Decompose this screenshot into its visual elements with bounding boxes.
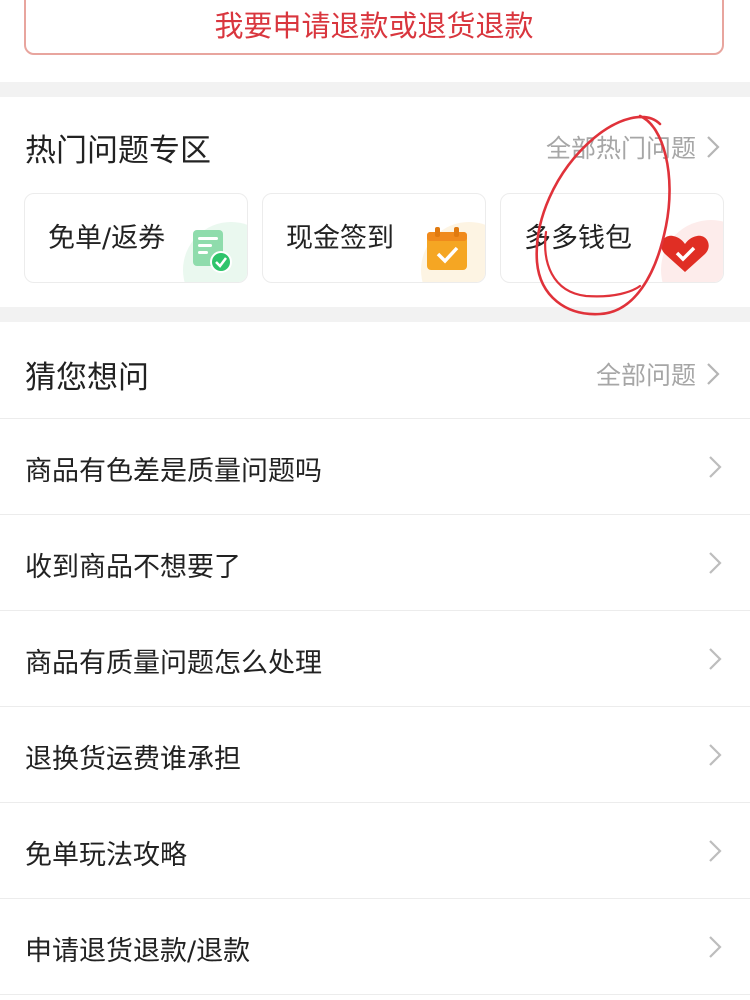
hot-card-duoduo-wallet[interactable]: 多多钱包: [500, 193, 724, 283]
chevron-right-icon: [709, 744, 722, 766]
hot-card-cash-checkin[interactable]: 现金签到: [262, 193, 486, 283]
all-hot-questions-label: 全部热门问题: [545, 134, 696, 163]
question-label: 商品有色差是质量问题吗: [25, 456, 322, 487]
all-questions-label: 全部问题: [595, 361, 696, 390]
hot-card-label: 现金签到: [286, 223, 394, 254]
calendar-check-icon: [421, 222, 485, 282]
question-label: 退换货运费谁承担: [25, 744, 241, 775]
hot-card-free-order[interactable]: 免单/返券: [24, 193, 248, 283]
chevron-right-icon: [709, 552, 722, 574]
coupon-icon: [183, 222, 247, 282]
refund-request-button[interactable]: 我要申请退款或退货退款: [24, 0, 724, 55]
hot-card-label: 多多钱包: [524, 223, 632, 254]
question-row[interactable]: 退换货运费谁承担: [0, 706, 750, 802]
guess-questions-section: 猜您想问 全部问题 商品有色差是质量问题吗 收到商品不想要了 商品有质量问题怎么…: [0, 322, 750, 1000]
question-row[interactable]: 免单玩法攻略: [0, 802, 750, 898]
refund-request-label: 我要申请退款或退货退款: [214, 8, 534, 43]
chevron-right-icon: [707, 136, 720, 158]
hot-card-label: 免单/返券: [48, 223, 166, 254]
chevron-right-icon: [709, 936, 722, 958]
question-label: 申请退货退款/退款: [25, 936, 251, 967]
question-label: 收到商品不想要了: [25, 552, 241, 583]
question-row[interactable]: 收到商品不想要了: [0, 514, 750, 610]
all-hot-questions-link[interactable]: 全部热门问题: [546, 129, 722, 165]
chevron-right-icon: [707, 363, 720, 385]
chevron-right-icon: [709, 840, 722, 862]
list-bottom-divider: [0, 994, 750, 1000]
hot-questions-section: 热门问题专区 全部热门问题 免单/返券 现金签到 多多钱包: [0, 97, 750, 307]
question-row[interactable]: 商品有色差是质量问题吗: [0, 418, 750, 514]
question-label: 免单玩法攻略: [25, 840, 187, 871]
chevron-right-icon: [709, 648, 722, 670]
refund-area: 我要申请退款或退货退款: [0, 0, 750, 82]
hot-questions-title: 热门问题专区: [25, 133, 211, 169]
all-questions-link[interactable]: 全部问题: [596, 356, 722, 392]
question-row[interactable]: 商品有质量问题怎么处理: [0, 610, 750, 706]
section-divider: [0, 82, 750, 97]
guess-questions-title: 猜您想问: [25, 360, 149, 396]
question-label: 商品有质量问题怎么处理: [25, 648, 322, 679]
customer-service-page: 我要申请退款或退货退款 热门问题专区 全部热门问题 免单/返券 现金签到 多多钱…: [0, 0, 750, 1000]
section-divider: [0, 307, 750, 322]
question-row[interactable]: 申请退货退款/退款: [0, 898, 750, 994]
heart-wallet-icon: [661, 220, 723, 282]
chevron-right-icon: [709, 456, 722, 478]
